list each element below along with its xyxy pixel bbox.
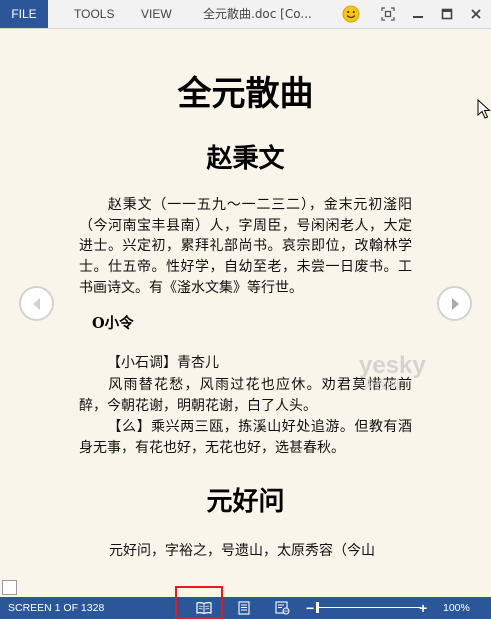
- author-heading-2: 元好问: [206, 487, 285, 517]
- author-heading-1: 赵秉文: [206, 144, 285, 174]
- zoom-slider-thumb[interactable]: [316, 602, 319, 613]
- watermark-subtext: 天极网: [363, 378, 399, 392]
- verse-2-text: 【么】乘兴两三瓯，拣溪山好处追游。但教有酒身无事，有花也好，无花也好，选甚春秋。: [79, 419, 412, 456]
- author-bio-text: 赵秉文（一一五九～一二三二），金末元初滏阳（今河南宝丰县南）人，字周臣，号闲闲老…: [79, 197, 412, 296]
- chevron-left-icon: [32, 297, 40, 310]
- status-bar: SCREEN 1 OF 1328 − + 100%: [0, 597, 491, 619]
- subheading: O小令: [92, 315, 134, 332]
- title-bar: FILE TOOLS VIEW 全元散曲.doc [Co...: [0, 0, 491, 29]
- verse-paragraph-2: 【么】乘兴两三瓯，拣溪山好处追游。但教有酒身无事，有花也好，无花也好，选甚春秋。: [79, 417, 412, 458]
- zoom-in-button[interactable]: +: [419, 597, 427, 619]
- watermark-text: yesky: [359, 352, 426, 379]
- read-mode-highlight-box: [175, 586, 223, 619]
- mouse-pointer-icon: [477, 98, 491, 123]
- author-bio-paragraph: 赵秉文（一一五九～一二三二），金末元初滏阳（今河南宝丰县南）人，字周臣，号闲闲老…: [79, 195, 412, 299]
- zoom-level-label[interactable]: 100%: [443, 597, 470, 619]
- zoom-out-button[interactable]: −: [306, 597, 314, 619]
- minimize-icon[interactable]: [408, 4, 428, 24]
- document-title-heading: 全元散曲: [177, 74, 314, 114]
- web-layout-button[interactable]: [274, 600, 290, 616]
- corner-box: [2, 580, 17, 595]
- maximize-icon[interactable]: [437, 4, 457, 24]
- document-title: 全元散曲.doc [Co...: [203, 7, 312, 21]
- print-layout-icon: [238, 601, 250, 615]
- previous-screen-button[interactable]: [19, 286, 54, 321]
- fit-screen-icon[interactable]: [378, 4, 398, 24]
- smiley-icon[interactable]: [341, 4, 361, 24]
- yesky-watermark: yesky 天极网: [355, 345, 435, 395]
- tab-file[interactable]: FILE: [0, 0, 48, 28]
- print-layout-button[interactable]: [236, 600, 252, 616]
- tab-tools[interactable]: TOOLS: [74, 0, 114, 28]
- chevron-right-icon: [451, 297, 459, 310]
- web-layout-icon: [274, 601, 289, 615]
- tab-view[interactable]: VIEW: [141, 0, 172, 28]
- zoom-slider-track[interactable]: [317, 607, 421, 608]
- next-screen-button[interactable]: [437, 286, 472, 321]
- close-icon[interactable]: [466, 4, 486, 24]
- reading-page[interactable]: 全元散曲 赵秉文 赵秉文（一一五九～一二三二），金末元初滏阳（今河南宝丰县南）人…: [0, 29, 491, 580]
- screen-counter: SCREEN 1 OF 1328: [8, 602, 105, 614]
- author-bio-paragraph-2: 元好问，字裕之，号遗山，太原秀容（今山: [109, 543, 375, 559]
